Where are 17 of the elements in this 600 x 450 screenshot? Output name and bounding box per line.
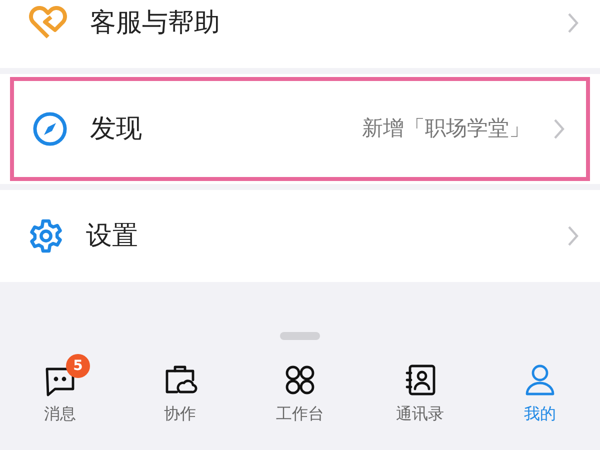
tab[interactable]: 我的 [480, 358, 600, 450]
drag-handle[interactable] [280, 332, 320, 340]
tab[interactable]: 工作台 [240, 358, 360, 450]
tab[interactable]: 协作 [120, 358, 240, 450]
chevron-right-icon [566, 224, 580, 248]
menu-item[interactable]: 设置 [0, 190, 600, 282]
chevron-right-icon [552, 117, 566, 141]
menu-detail: 新增「职场学堂」 [362, 115, 530, 142]
settings-icon [28, 218, 64, 254]
tab[interactable]: 通讯录 [360, 358, 480, 450]
menu-label: 发现 [90, 112, 142, 146]
menu-item[interactable]: 发现 新增「职场学堂」 [10, 77, 590, 181]
menu-label: 客服与帮助 [90, 6, 220, 40]
menu-label: 设置 [86, 220, 138, 252]
compass-icon [32, 111, 68, 147]
chevron-right-icon [566, 11, 580, 35]
unread-badge: 5 [66, 354, 90, 378]
